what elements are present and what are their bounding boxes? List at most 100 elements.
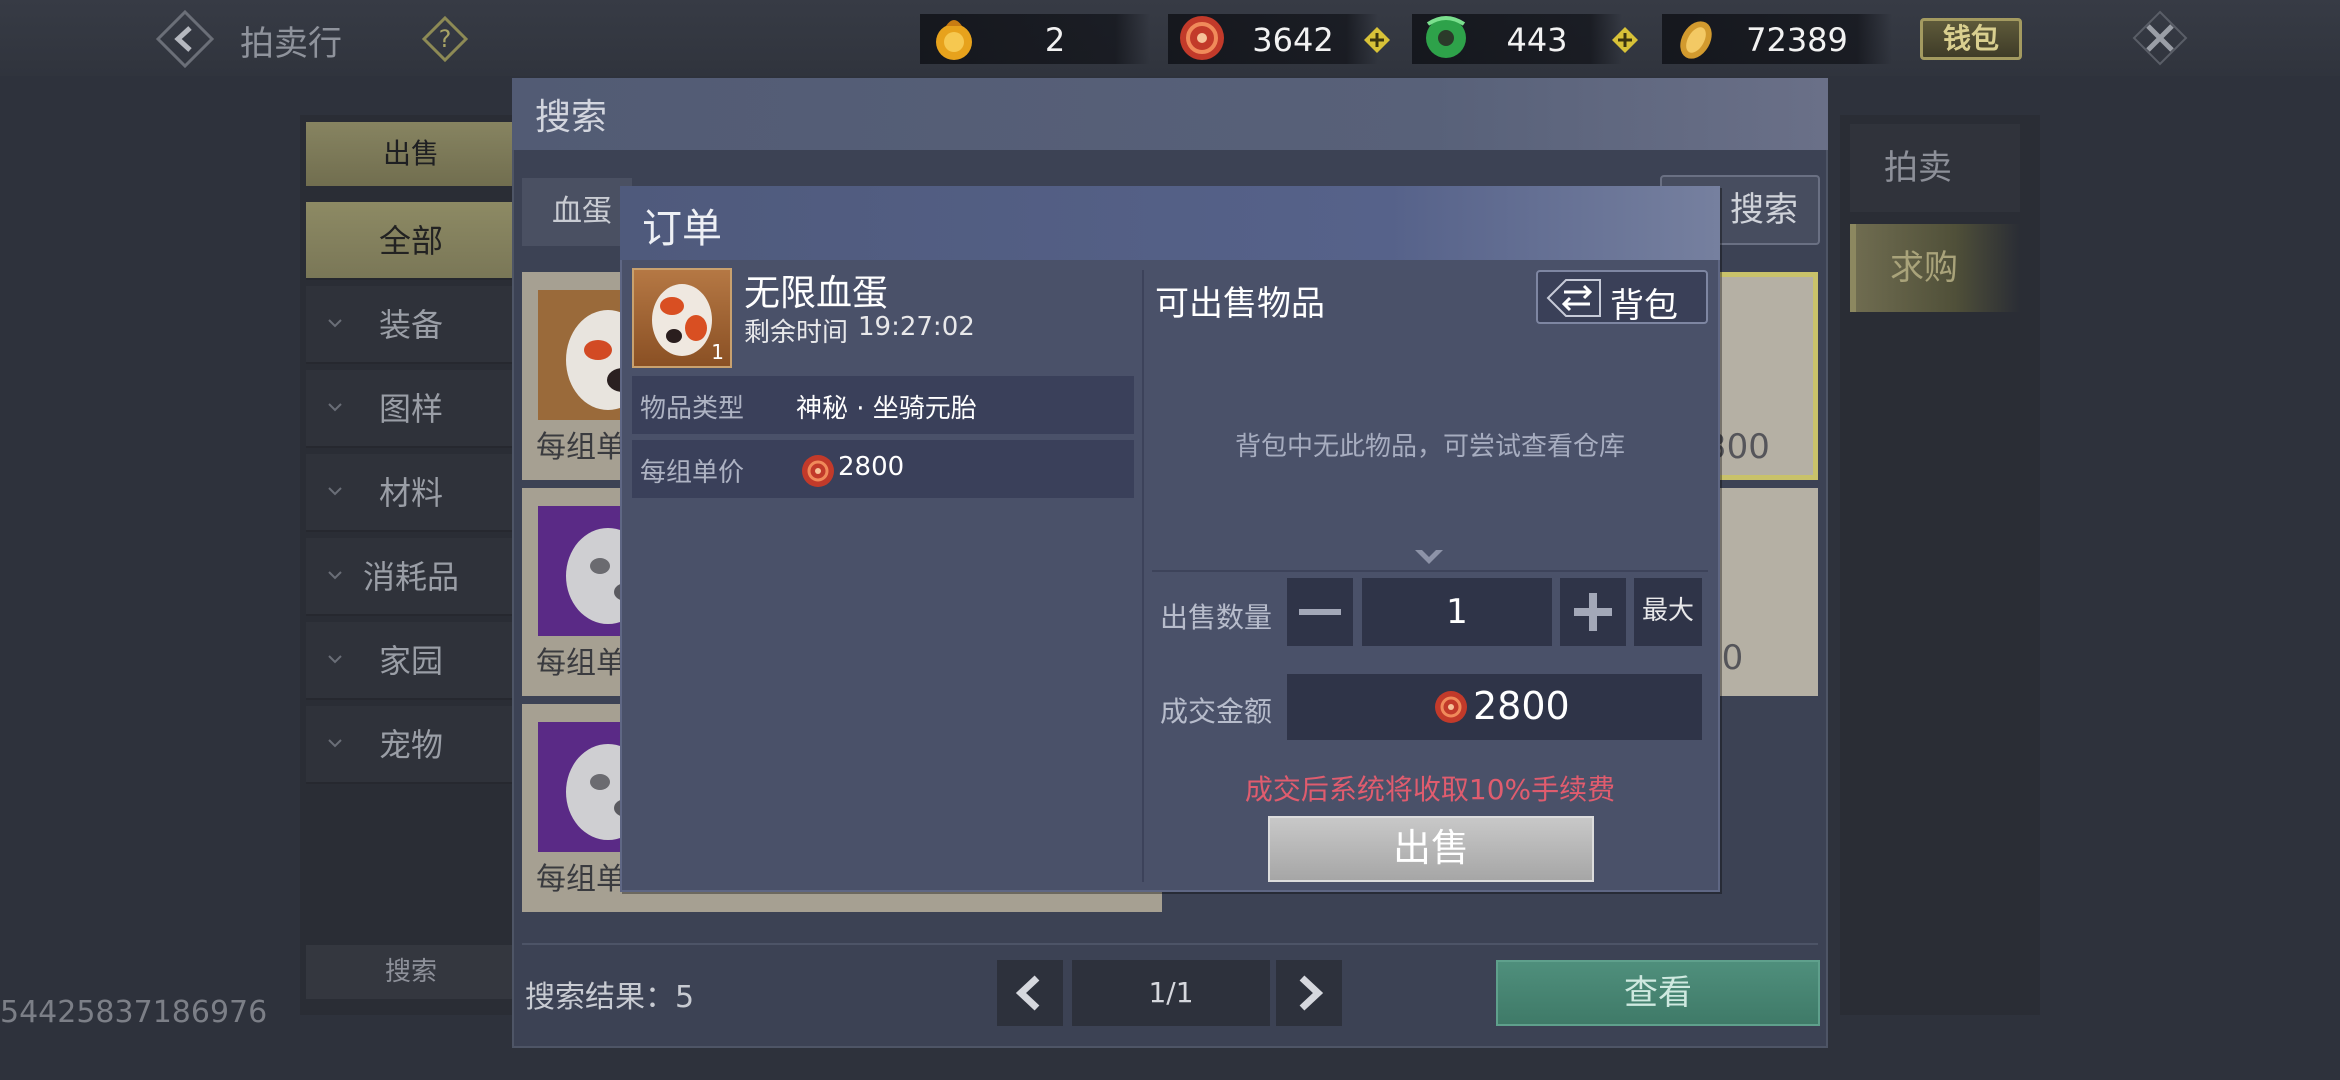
chevron-right-icon [1299,975,1324,1011]
category-label: 宠物 [378,726,443,764]
prev-page-button[interactable] [997,960,1063,1026]
unit-price-row: 每组单价 2800 [632,440,1134,498]
category-equipment[interactable]: 装备 [306,286,516,364]
item-type-label: 物品类型 [640,394,745,424]
card-price-label: 每组单 [536,646,626,681]
currency-gold-pouch-value: 72389 [1746,21,1848,59]
amount-display: 2800 [1287,674,1702,740]
tab-purchase-request[interactable]: 求购 [1850,224,2020,312]
increase-quantity-button[interactable] [1560,578,1626,646]
amount-label: 成交金额 [1160,695,1273,728]
currency-red-coin: 3642 [1168,14,1378,64]
item-quantity: 1 [711,340,724,364]
add-jade-button[interactable] [1610,25,1640,55]
sellable-items-title: 可出售物品 [1155,284,1325,324]
quantity-input[interactable]: 1 [1362,578,1552,646]
plus-icon [1364,27,1390,53]
category-patterns[interactable]: 图样 [306,370,516,448]
amount-value: 2800 [1473,684,1570,728]
category-label: 消耗品 [362,558,459,596]
currency-red-coin-value: 3642 [1252,21,1334,59]
player-id: 54425837186976 [0,995,268,1030]
divider [522,943,1818,945]
time-left-label: 剩余时间 [744,318,849,348]
close-icon [2132,10,2188,66]
result-count: 搜索结果：5 [525,972,694,1016]
category-consumables[interactable]: 消耗品 [306,538,516,616]
minus-icon [1299,609,1341,615]
left-search-button[interactable]: 搜索 [306,945,516,999]
chevron-down-icon [328,403,342,412]
view-button[interactable]: 查看 [1496,960,1820,1026]
order-dialog-title: 订单 [642,206,722,252]
add-red-coin-button[interactable] [1362,25,1392,55]
category-label: 材料 [378,474,443,512]
decrease-quantity-button[interactable] [1287,578,1353,646]
wallet-button[interactable]: 钱包 [1920,18,2022,60]
search-window-header [512,78,1828,150]
quantity-label: 出售数量 [1160,601,1273,634]
unit-price-value: 2800 [838,452,905,482]
item-name: 无限血蛋 [744,273,889,314]
back-button[interactable] [150,8,220,70]
plus-icon [1574,593,1612,631]
bag-button-label: 背包 [1610,286,1678,326]
next-page-button[interactable] [1276,960,1342,1026]
gold-pouch-icon [1680,21,1712,59]
page-title: 拍卖行 [240,24,342,64]
swap-icon [1546,279,1601,317]
category-all[interactable]: 全部 [306,202,516,280]
category-pets[interactable]: 宠物 [306,706,516,784]
close-button[interactable] [2130,8,2190,68]
help-button[interactable]: ? [420,14,470,64]
category-materials[interactable]: 材料 [306,454,516,532]
tab-auction[interactable]: 拍卖 [1850,124,2020,212]
page-indicator: 1/1 [1072,960,1270,1026]
jade-coin-icon [1426,16,1466,58]
chevron-left-icon [1015,975,1040,1011]
currency-ingot-value: 2 [1044,21,1066,59]
sell-tab[interactable]: 出售 [306,122,516,186]
plus-icon [1612,27,1638,53]
result-count-value: 5 [675,980,695,1015]
divider [1152,570,1708,572]
category-home[interactable]: 家园 [306,622,516,700]
result-count-label: 搜索结果： [525,980,675,1015]
item-type-value: 神秘 · 坐骑元胎 [796,394,977,424]
sell-button[interactable]: 出售 [1268,816,1594,882]
card-price-label: 每组单 [536,862,626,897]
max-quantity-button[interactable]: 最大 [1634,578,1702,646]
time-left-value: 19:27:02 [858,312,975,342]
red-swirl-coin-icon [1435,691,1467,723]
back-arrow-icon [155,9,215,69]
currency-jade: 443 [1412,14,1622,64]
help-icon: ? [421,15,469,63]
order-item-icon: 1 [632,268,732,368]
item-type-row: 物品类型 神秘 · 坐骑元胎 [632,376,1134,434]
dialog-divider [1142,270,1144,882]
currency-gold-pouch: 72389 [1662,14,1892,64]
red-swirl-coin-icon [1180,16,1224,60]
order-dialog-header [620,186,1720,260]
chevron-down-icon [328,487,342,496]
category-label: 图样 [378,390,443,428]
card-price-label: 每组单 [536,430,626,465]
fee-notice: 成交后系统将收取10%手续费 [1244,773,1616,806]
bag-button[interactable]: 背包 [1536,270,1708,326]
category-label: 装备 [378,306,443,344]
currency-jade-value: 443 [1506,21,1568,59]
chevron-down-icon [328,319,342,328]
category-label: 家园 [378,642,443,680]
red-swirl-coin-icon [802,455,834,487]
chevron-down-icon [1415,550,1443,564]
svg-text:?: ? [439,25,452,53]
search-query-input[interactable]: 血蛋 [522,178,632,246]
chevron-down-icon [328,739,342,748]
chevron-down-icon [328,571,342,580]
empty-bag-message: 背包中无此物品，可尝试查看仓库 [1234,432,1625,462]
chevron-down-icon [328,655,342,664]
search-window-title: 搜索 [535,97,608,138]
unit-price-label: 每组单价 [640,458,745,488]
category-label: 全部 [378,222,443,260]
gold-ingot-icon [936,20,972,60]
